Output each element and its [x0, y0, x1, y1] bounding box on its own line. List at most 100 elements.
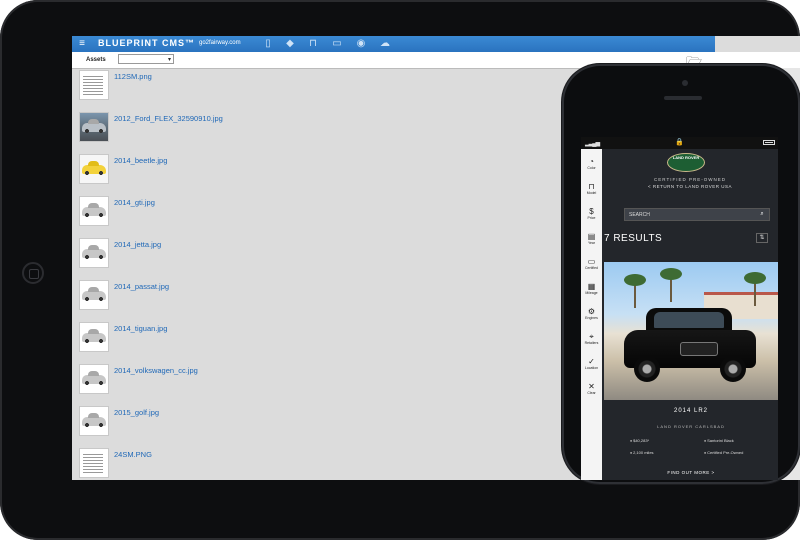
asset-filename[interactable]: 2014_volkswagen_cc.jpg	[114, 366, 198, 375]
car-icon: ⊓	[588, 182, 595, 191]
asset-filename[interactable]: 2014_tiguan.jpg	[114, 324, 167, 333]
car-icon[interactable]: ⊓	[307, 38, 319, 50]
asset-row[interactable]: 2014_jetta.jpg	[72, 236, 512, 278]
filter-label: Clear	[587, 391, 596, 395]
asset-row[interactable]: 24SM.PNG	[72, 446, 512, 480]
asset-thumbnail[interactable]	[79, 406, 109, 436]
cloud-upload-icon[interactable]: ☁	[379, 38, 391, 50]
eye-icon[interactable]: ◉	[355, 38, 367, 50]
filter-label: Certified	[584, 266, 599, 270]
search-input[interactable]: SEARCH ⌕	[624, 208, 770, 221]
check-icon: ✓	[588, 357, 595, 366]
palette-icon: ◔	[589, 157, 594, 166]
asset-thumbnail[interactable]	[79, 70, 109, 100]
dealer-name: LAND ROVER CARLSBAD	[657, 424, 725, 429]
asset-thumbnail[interactable]	[79, 196, 109, 226]
vehicle-miles: 2,100 miles	[630, 450, 653, 455]
certified-icon: ▭	[587, 257, 596, 266]
assets-label: Assets	[86, 57, 106, 63]
site-url[interactable]: go2fairway.com	[199, 40, 241, 46]
vehicle-photo[interactable]	[604, 262, 778, 400]
vehicle-info: 2014 LR2 LAND ROVER CARLSBAD $40,283* Sa…	[604, 400, 778, 480]
filter-label: Year	[587, 241, 596, 245]
asset-filename[interactable]: 112SM.png	[114, 72, 152, 81]
asset-row[interactable]: 2014_volkswagen_cc.jpg	[72, 362, 512, 404]
asset-thumbnail[interactable]	[79, 112, 109, 142]
filter-clear[interactable]: ✕ Clear	[581, 382, 602, 396]
asset-thumbnail[interactable]	[79, 322, 109, 352]
filter-model[interactable]: ⊓ Model	[581, 182, 602, 196]
tag-icon[interactable]: ◆	[284, 38, 296, 50]
battery-icon	[763, 140, 775, 145]
odometer-icon: ▦	[587, 282, 596, 291]
asset-filename[interactable]: 2014_gti.jpg	[114, 198, 155, 207]
vehicle-color: Santorini Black	[704, 438, 734, 443]
speaker-grille	[664, 96, 702, 100]
calendar-icon: ▤	[587, 232, 596, 241]
asset-filename[interactable]: 2014_beetle.jpg	[114, 156, 167, 165]
asset-filename[interactable]: 2014_passat.jpg	[114, 282, 169, 291]
home-button[interactable]	[22, 262, 44, 284]
brand-title: BLUEPRINT CMS™	[98, 38, 195, 48]
land-rover-logo[interactable]: LAND ROVER	[667, 153, 705, 172]
asset-row[interactable]: 2015_golf.jpg	[72, 404, 512, 446]
search-placeholder: SEARCH	[629, 212, 650, 218]
asset-row[interactable]: 2014_tiguan.jpg	[72, 320, 512, 362]
status-bar: ▂▃▄▅ 🔒	[581, 137, 778, 149]
asset-thumbnail[interactable]	[79, 154, 109, 184]
filter-label: Engines	[585, 316, 598, 320]
filter-certified[interactable]: ▭ Certified	[581, 257, 602, 271]
listing-main: LAND ROVER CERTIFIED PRE-OWNED < RETURN …	[602, 149, 778, 480]
palm-tree	[660, 268, 682, 302]
close-icon: ✕	[588, 382, 595, 391]
asset-row[interactable]: 2014_beetle.jpg	[72, 152, 512, 194]
filter-color[interactable]: ◔ Color	[581, 157, 602, 171]
asset-row[interactable]: 2014_gti.jpg	[72, 194, 512, 236]
asset-thumbnail[interactable]	[79, 364, 109, 394]
vehicle-model: 2014 LR2	[673, 408, 709, 414]
engine-icon: ⚙	[587, 307, 596, 316]
document-icon[interactable]: ▯	[262, 38, 274, 50]
menu-icon[interactable]: ≡	[76, 38, 88, 50]
results-count: 7 RESULTS	[604, 233, 663, 244]
asset-filename[interactable]: 2014_jetta.jpg	[114, 240, 161, 249]
filter-year[interactable]: ▤ Year	[581, 232, 602, 246]
filter-label: Mileage	[585, 291, 598, 295]
asset-row[interactable]: 2014_passat.jpg	[72, 278, 512, 320]
signal-icon: ▂▃▄▅	[585, 141, 600, 147]
filter-label: Retailers	[584, 341, 599, 345]
filter-label: Location	[584, 366, 599, 370]
filter-engines[interactable]: ⚙ Engines	[581, 307, 602, 321]
palm-tree	[744, 272, 766, 306]
filter-label: Price	[587, 216, 596, 220]
asset-filename[interactable]: 2012_Ford_FLEX_32590910.jpg	[114, 114, 223, 123]
vehicle-price: $40,283*	[630, 438, 649, 443]
asset-thumbnail[interactable]	[79, 238, 109, 268]
front-camera	[682, 80, 688, 86]
phone-screen: ▂▃▄▅ 🔒 ◔ Color ⊓ Model $ Price ▤ Year ▭ Certified…	[581, 137, 778, 480]
location-pin-icon: ⌖	[589, 332, 594, 341]
folder-icon[interactable]: ▭	[331, 38, 343, 50]
search-icon[interactable]: ⌕	[755, 209, 769, 220]
asset-row[interactable]: 112SM.png	[72, 68, 512, 110]
filter-label: Model	[586, 191, 597, 195]
find-out-more-link[interactable]: FIND OUT MORE >	[604, 470, 778, 475]
return-link[interactable]: < RETURN TO LAND ROVER USA	[602, 184, 778, 189]
filter-retailers[interactable]: ⌖ Retailers	[581, 332, 602, 346]
filter-mileage[interactable]: ▦ Mileage	[581, 282, 602, 296]
vehicle-certified: Certified Pre-Owned	[704, 450, 743, 455]
filter-location[interactable]: ✓ Location	[581, 357, 602, 371]
cms-top-bar: ≡ BLUEPRINT CMS™ go2fairway.com ▯ ◆ ⊓ ▭ …	[72, 36, 715, 52]
asset-thumbnail[interactable]	[79, 280, 109, 310]
dollar-icon: $	[589, 207, 594, 216]
sort-icon[interactable]: ⇅	[756, 233, 768, 243]
asset-row[interactable]: 2012_Ford_FLEX_32590910.jpg	[72, 110, 512, 152]
filter-price[interactable]: $ Price	[581, 207, 602, 221]
asset-filename[interactable]: 2015_golf.jpg	[114, 408, 159, 417]
cpo-subtitle: CERTIFIED PRE-OWNED	[654, 177, 726, 182]
asset-filename[interactable]: 24SM.PNG	[114, 450, 152, 459]
asset-thumbnail[interactable]	[79, 448, 109, 478]
assets-select[interactable]: ▾	[118, 54, 174, 64]
lock-icon: 🔒	[675, 139, 684, 146]
vehicle-image	[620, 302, 760, 384]
